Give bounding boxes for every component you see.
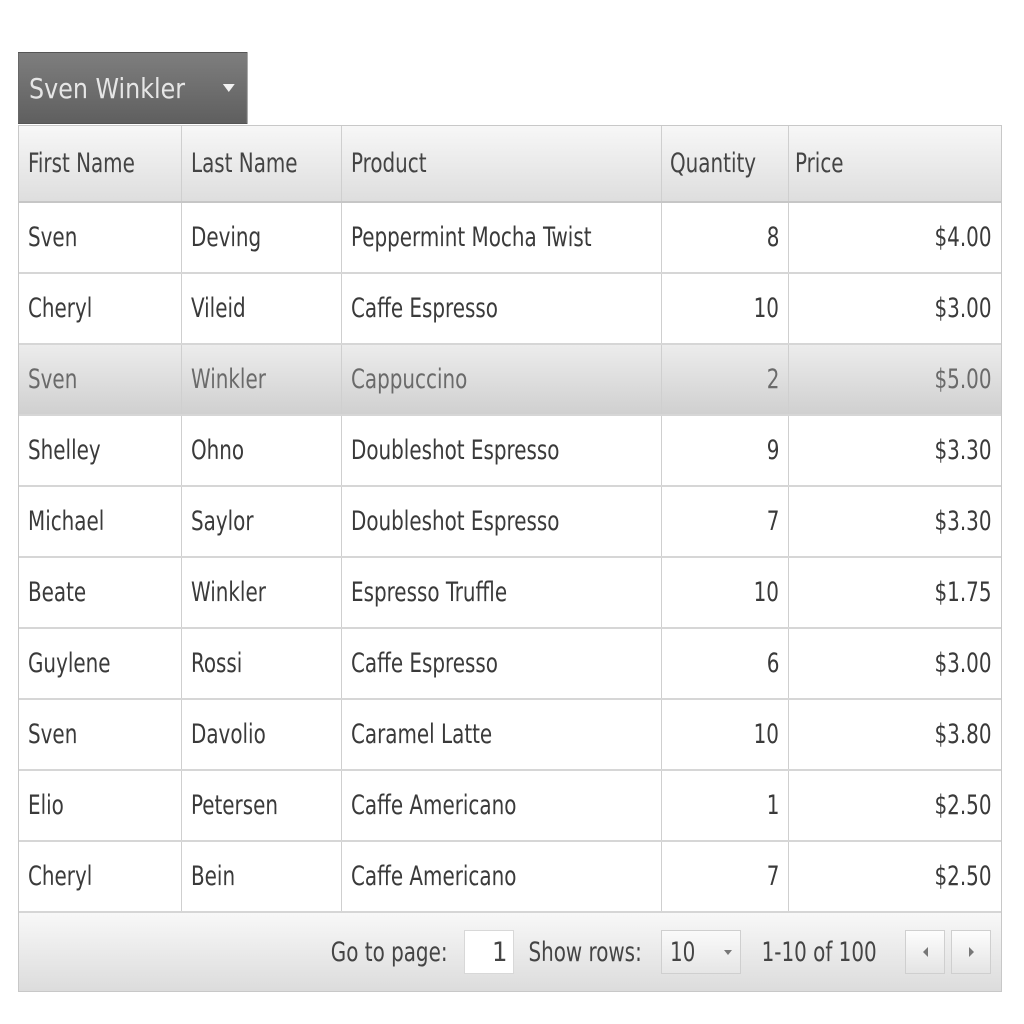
cell-quantity: 10 bbox=[662, 274, 789, 343]
cell-last-name: Rossi bbox=[182, 629, 342, 698]
cell-price: $3.80 bbox=[934, 719, 992, 750]
cell-quantity: 7 bbox=[662, 487, 789, 556]
data-grid: First Name Last Name Product Quantity Pr… bbox=[18, 125, 1002, 992]
cell-first-name: Sven bbox=[19, 345, 182, 414]
table-row[interactable]: Michael Saylor Doubleshot Espresso 7 $3.30 bbox=[19, 487, 1001, 558]
cell-price: $2.50 bbox=[934, 790, 992, 821]
cell-product: Caffe Espresso bbox=[342, 629, 662, 698]
table-row[interactable]: Sven Deving Peppermint Mocha Twist 8 $4.00 bbox=[19, 203, 1001, 274]
cell-last-name: Vileid bbox=[182, 274, 342, 343]
customer-dropdown[interactable]: Sven Winkler bbox=[18, 52, 248, 124]
table-row[interactable]: Guylene Rossi Caffe Espresso 6 $3.00 bbox=[19, 629, 1001, 700]
cell-first-name: Elio bbox=[19, 771, 182, 840]
cell-last-name: Ohno bbox=[182, 416, 342, 485]
show-rows-label: Show rows: bbox=[528, 936, 643, 968]
table-row[interactable]: Beate Winkler Espresso Truffle 10 $1.75 bbox=[19, 558, 1001, 629]
page-number-input[interactable] bbox=[464, 930, 515, 974]
column-header-product[interactable]: Product bbox=[342, 126, 662, 201]
cell-quantity: 10 bbox=[662, 558, 789, 627]
cell-first-name: Sven bbox=[19, 203, 182, 272]
cell-last-name: Winkler bbox=[182, 558, 342, 627]
table-row[interactable]: Sven Davolio Caramel Latte 10 $3.80 bbox=[19, 700, 1001, 771]
cell-quantity: 2 bbox=[662, 345, 789, 414]
cell-last-name: Petersen bbox=[182, 771, 342, 840]
cell-product: Espresso Truffle bbox=[342, 558, 662, 627]
grid-header: First Name Last Name Product Quantity Pr… bbox=[19, 126, 1001, 203]
rows-per-page-value: 10 bbox=[669, 936, 696, 968]
table-row[interactable]: Cheryl Vileid Caffe Espresso 10 $3.00 bbox=[19, 274, 1001, 345]
cell-first-name: Shelley bbox=[19, 416, 182, 485]
column-header-last-name[interactable]: Last Name bbox=[182, 126, 342, 201]
cell-product: Cappuccino bbox=[342, 345, 662, 414]
pager: Go to page: Show rows: 10 1-10 of 100 bbox=[19, 913, 1001, 991]
cell-first-name: Cheryl bbox=[19, 842, 182, 911]
cell-first-name: Cheryl bbox=[19, 274, 182, 343]
table-row[interactable]: Cheryl Bein Caffe Americano 7 $2.50 bbox=[19, 842, 1001, 913]
cell-first-name: Michael bbox=[19, 487, 182, 556]
cell-last-name: Winkler bbox=[182, 345, 342, 414]
cell-price: $5.00 bbox=[934, 364, 992, 395]
cell-price: $4.00 bbox=[934, 222, 992, 253]
rows-per-page-select[interactable]: 10 bbox=[660, 930, 741, 974]
cell-product: Doubleshot Espresso bbox=[342, 416, 662, 485]
cell-first-name: Beate bbox=[19, 558, 182, 627]
cell-last-name: Bein bbox=[182, 842, 342, 911]
cell-last-name: Saylor bbox=[182, 487, 342, 556]
cell-first-name: Guylene bbox=[19, 629, 182, 698]
cell-quantity: 10 bbox=[662, 700, 789, 769]
page-range-text: 1-10 of 100 bbox=[761, 936, 877, 968]
cell-price: $2.50 bbox=[934, 861, 992, 892]
arrow-left-icon bbox=[922, 947, 928, 957]
column-header-price[interactable]: Price bbox=[789, 126, 1001, 201]
cell-product: Caffe Americano bbox=[342, 771, 662, 840]
table-row[interactable]: Elio Petersen Caffe Americano 1 $2.50 bbox=[19, 771, 1001, 842]
column-header-first-name[interactable]: First Name bbox=[19, 126, 182, 201]
arrow-right-icon bbox=[968, 947, 974, 957]
app-canvas: Sven Winkler First Name Last Name Produc… bbox=[0, 0, 1024, 1024]
chevron-down-icon bbox=[222, 84, 235, 92]
cell-first-name: Sven bbox=[19, 700, 182, 769]
chevron-down-icon bbox=[723, 949, 732, 955]
column-header-quantity[interactable]: Quantity bbox=[662, 126, 789, 201]
previous-page-button[interactable] bbox=[905, 930, 945, 974]
cell-product: Caffe Espresso bbox=[342, 274, 662, 343]
cell-product: Caramel Latte bbox=[342, 700, 662, 769]
cell-price: $3.30 bbox=[934, 506, 992, 537]
table-row[interactable]: Sven Winkler Cappuccino 2 $5.00 bbox=[19, 345, 1001, 416]
cell-quantity: 7 bbox=[662, 842, 789, 911]
cell-last-name: Deving bbox=[182, 203, 342, 272]
cell-price: $3.00 bbox=[934, 293, 992, 324]
cell-quantity: 6 bbox=[662, 629, 789, 698]
cell-quantity: 1 bbox=[662, 771, 789, 840]
next-page-button[interactable] bbox=[951, 930, 991, 974]
cell-price: $3.00 bbox=[934, 648, 992, 679]
cell-price: $1.75 bbox=[934, 577, 992, 608]
cell-product: Doubleshot Espresso bbox=[342, 487, 662, 556]
table-row[interactable]: Shelley Ohno Doubleshot Espresso 9 $3.30 bbox=[19, 416, 1001, 487]
cell-last-name: Davolio bbox=[182, 700, 342, 769]
cell-quantity: 9 bbox=[662, 416, 789, 485]
cell-product: Peppermint Mocha Twist bbox=[342, 203, 662, 272]
cell-price: $3.30 bbox=[934, 435, 992, 466]
cell-product: Caffe Americano bbox=[342, 842, 662, 911]
cell-quantity: 8 bbox=[662, 203, 789, 272]
go-to-page-label: Go to page: bbox=[330, 936, 448, 968]
dropdown-label: Sven Winkler bbox=[29, 71, 186, 105]
grid-body: Sven Deving Peppermint Mocha Twist 8 $4.00 Ch… bbox=[19, 203, 1001, 913]
